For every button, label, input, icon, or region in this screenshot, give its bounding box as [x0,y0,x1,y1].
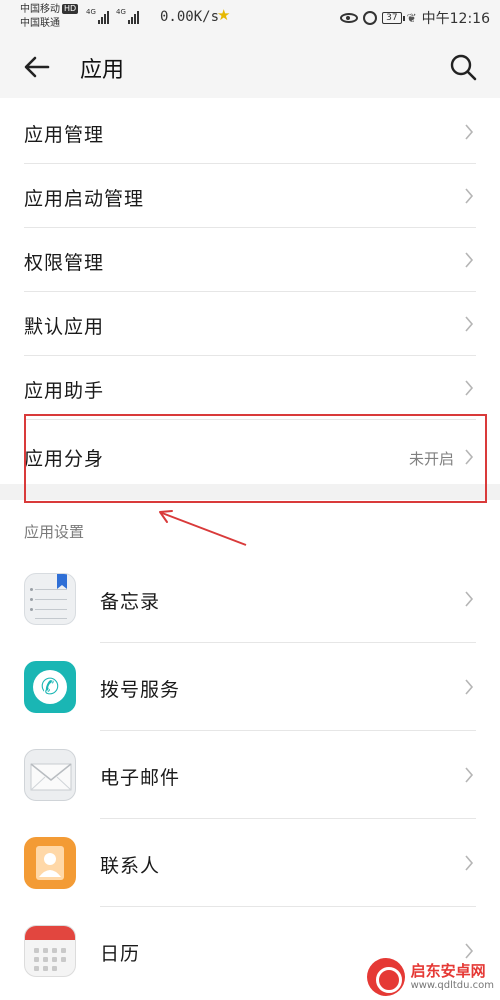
carrier-1: 中国移动 [20,4,60,15]
contacts-icon [24,837,76,889]
carrier-info: 中国移动 HD 中国联通 [20,3,79,31]
network-speed: 0.00K/s [160,9,220,25]
highlight-box [24,414,487,503]
search-icon[interactable] [448,52,478,82]
app-item-label: 拨号服务 [100,679,181,701]
watermark-url: www.qdltdu.com [410,979,494,991]
signal-1-icon: 4G [86,8,109,24]
menu-item-label: 权限管理 [24,252,105,274]
menu-item-app-assistant[interactable]: 应用助手 [0,356,500,420]
menu-item-label: 默认应用 [24,316,105,338]
menu-item-label: 应用管理 [24,124,105,146]
menu-item-app-launch[interactable]: 应用启动管理 [0,164,500,228]
chevron-right-icon [465,679,474,695]
menu-item-app-management[interactable]: 应用管理 [0,100,500,164]
app-item-label: 联系人 [100,855,161,877]
eye-comfort-icon [340,13,359,23]
chevron-right-icon [465,252,474,268]
alarm-icon [363,11,378,25]
chevron-right-icon [465,188,474,204]
memo-icon [24,573,76,625]
battery-icon: 37 [382,12,406,24]
chevron-right-icon [465,767,474,783]
menu-item-default-apps[interactable]: 默认应用 [0,292,500,356]
app-item-email[interactable]: 电子邮件 [0,731,500,819]
status-bar: 中国移动 HD 中国联通 4G 4G 0.00K/s ★ 37 ❦ 中午12:16 [0,0,500,36]
app-item-label: 备忘录 [100,591,161,613]
chevron-right-icon [465,316,474,332]
app-item-label: 电子邮件 [100,767,181,789]
section-title: 应用设置 [24,523,85,541]
page-title: 应用 [80,58,125,83]
app-item-memo[interactable]: 备忘录 [0,555,500,643]
menu-item-label: 应用助手 [24,380,105,402]
leaf-icon: ❦ [406,11,417,25]
calendar-icon [24,925,76,977]
app-item-label: 日历 [100,943,141,965]
chevron-right-icon [465,124,474,140]
menu-item-label: 应用启动管理 [24,188,145,210]
clock: 中午12:16 [421,11,490,27]
chevron-right-icon [465,855,474,871]
star-icon: ★ [217,6,231,24]
signal-2-icon: 4G [116,8,139,24]
chevron-right-icon [465,380,474,396]
app-header: 应用 [0,36,500,98]
mail-icon [24,749,76,801]
back-arrow-icon[interactable] [22,52,52,82]
menu-item-permissions[interactable]: 权限管理 [0,228,500,292]
chevron-right-icon [465,943,474,959]
carrier-2: 中国联通 [20,18,60,29]
hd-badge: HD [62,4,79,14]
chevron-right-icon [465,591,474,607]
app-item-dialer[interactable]: ✆ 拨号服务 [0,643,500,731]
watermark-logo-icon [366,958,405,996]
annotation-arrow-icon [159,510,247,546]
app-settings-list: 备忘录 ✆ 拨号服务 电子邮件 联系人 日历 [0,555,500,995]
watermark: 启东安卓网 www.qdltdu.com [366,958,494,996]
phone-icon: ✆ [24,661,76,713]
watermark-title: 启东安卓网 [410,961,486,980]
app-item-contacts[interactable]: 联系人 [0,819,500,907]
